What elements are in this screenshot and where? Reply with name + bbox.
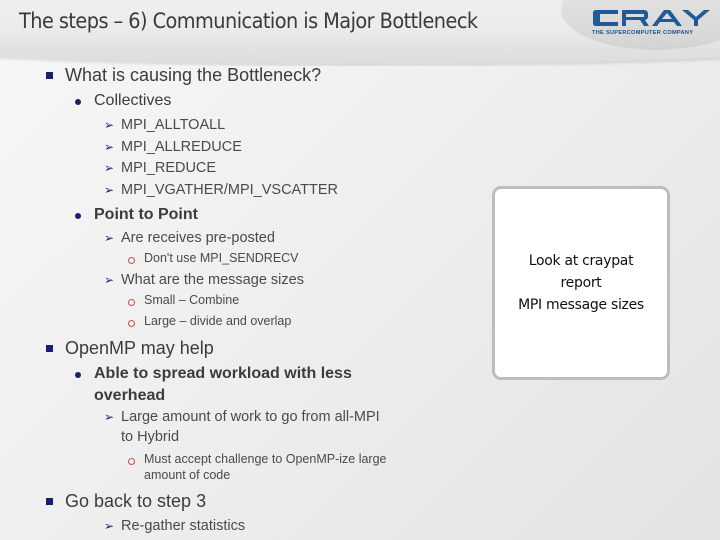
cray-wordmark <box>593 10 710 26</box>
bullet-item-continuation: overhead <box>94 387 166 404</box>
arrow-bullet-icon: ➢ <box>104 161 115 175</box>
arrow-bullet-icon: ➢ <box>104 410 115 424</box>
ring-bullet-icon <box>128 458 135 465</box>
bullet-item: Collectives <box>94 92 172 109</box>
bullet-item-continuation: amount of code <box>144 468 231 482</box>
bullet-item: MPI_VGATHER/MPI_VSCATTER <box>121 182 338 198</box>
slide-title: The steps – 6) Communication is Major Bo… <box>19 9 478 33</box>
bullet-item: Must accept challenge to OpenMP-ize larg… <box>144 452 387 466</box>
cray-logo-icon: THE SUPERCOMPUTER COMPANY <box>592 8 712 36</box>
bullet-item: OpenMP may help <box>65 338 214 358</box>
bullet-item-continuation: to Hybrid <box>121 429 180 445</box>
bullet-item: MPI_REDUCE <box>121 160 217 176</box>
arrow-bullet-icon: ➢ <box>104 118 115 132</box>
bullet-item: Large amount of work to go from all-MPI <box>121 409 380 425</box>
arrow-bullet-icon: ➢ <box>104 519 115 533</box>
bullet-item: Able to spread workload with less <box>94 365 352 382</box>
square-bullet-icon <box>46 498 53 505</box>
callout-line: Look at craypat <box>528 253 634 269</box>
ring-bullet-icon <box>128 257 135 264</box>
arrow-bullet-icon: ➢ <box>104 231 115 245</box>
bullet-item: Large – divide and overlap <box>144 314 292 328</box>
slide-header: The steps – 6) Communication is Major Bo… <box>0 0 720 66</box>
dot-bullet-icon <box>75 372 81 378</box>
callout-line: MPI message sizes <box>518 297 644 313</box>
callout-box: Look at craypat report MPI message sizes <box>492 186 670 380</box>
arrow-bullet-icon: ➢ <box>104 273 115 287</box>
bullet-item: Re-gather statistics <box>121 518 246 534</box>
bullet-item: What is causing the Bottleneck? <box>65 65 322 85</box>
ring-bullet-icon <box>128 299 135 306</box>
dot-bullet-icon <box>75 213 81 219</box>
bullet-item: What are the message sizes <box>121 272 304 288</box>
square-bullet-icon <box>46 345 53 352</box>
bullet-item: MPI_ALLTOALL <box>121 117 226 133</box>
callout-line: report <box>560 275 602 291</box>
bullet-item: Go back to step 3 <box>65 491 207 511</box>
ring-bullet-icon <box>128 320 135 327</box>
bullet-item: Don't use MPI_SENDRECV <box>144 251 299 265</box>
bullet-item: Point to Point <box>94 206 198 223</box>
bullet-item: MPI_ALLREDUCE <box>121 139 242 155</box>
square-bullet-icon <box>46 72 53 79</box>
arrow-bullet-icon: ➢ <box>104 140 115 154</box>
bullet-item: Are receives pre-posted <box>121 230 275 246</box>
bullet-item: Small – Combine <box>144 293 240 307</box>
logo-tagline: THE SUPERCOMPUTER COMPANY <box>592 30 694 36</box>
dot-bullet-icon <box>75 99 81 105</box>
arrow-bullet-icon: ➢ <box>104 183 115 197</box>
